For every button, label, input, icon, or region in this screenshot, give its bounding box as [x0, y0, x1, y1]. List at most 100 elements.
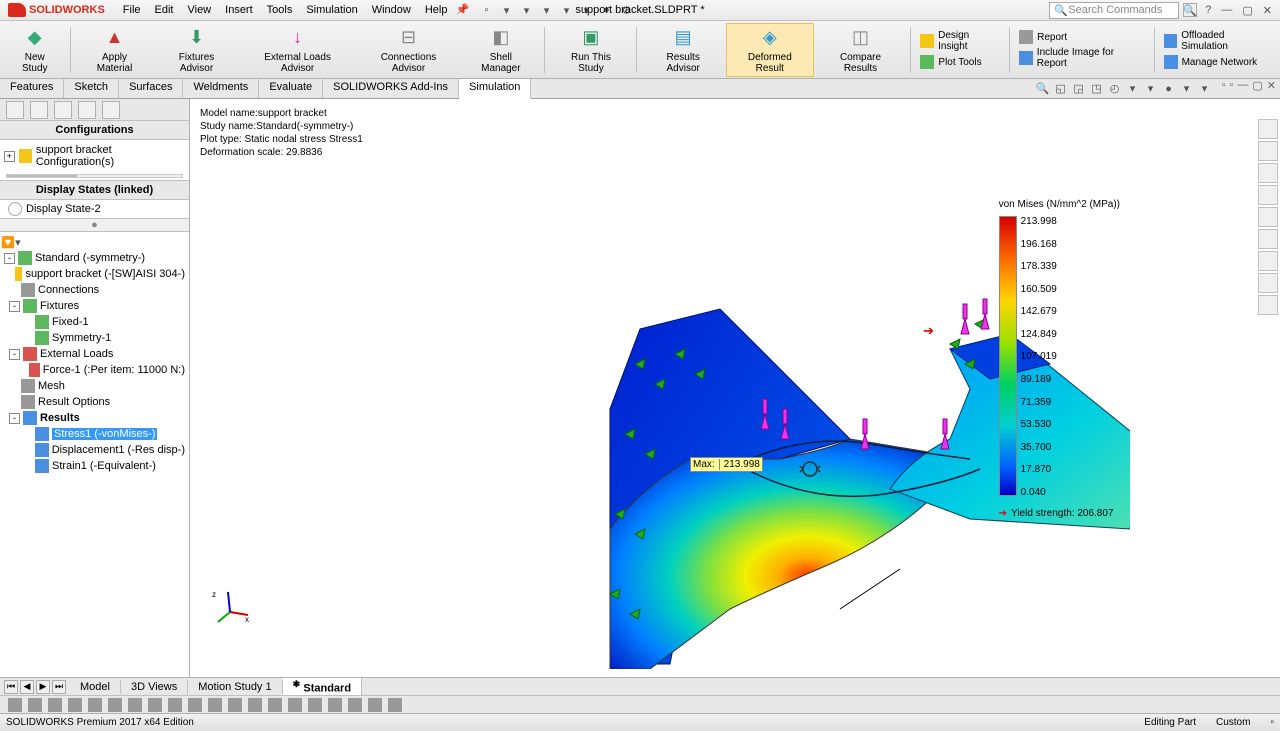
- report-button[interactable]: Report: [1015, 29, 1149, 45]
- prev-view-icon[interactable]: ◲: [1072, 82, 1086, 96]
- color-legend[interactable]: von Mises (N/mm^2 (MPa)) 213.998 196.168…: [999, 199, 1120, 519]
- st-19[interactable]: [368, 698, 382, 712]
- part-node[interactable]: support bracket (-[SW]AISI 304-): [4, 266, 185, 282]
- fixtures-advisor-button[interactable]: ⬇Fixtures Advisor: [155, 23, 239, 77]
- shell-manager-button[interactable]: ◧Shell Manager: [462, 23, 539, 77]
- last-tab-icon[interactable]: ⏭: [52, 680, 66, 694]
- expand-icon[interactable]: +: [4, 151, 15, 162]
- new-study-button[interactable]: ◆New Study: [4, 23, 65, 77]
- fm-display-tab[interactable]: [102, 101, 120, 119]
- st-20[interactable]: [388, 698, 402, 712]
- tab-surfaces[interactable]: Surfaces: [119, 79, 183, 98]
- menu-simulation[interactable]: Simulation: [300, 2, 363, 18]
- st-10[interactable]: [188, 698, 202, 712]
- results-advisor-button[interactable]: ▤Results Advisor: [642, 23, 724, 77]
- units-label[interactable]: Custom: [1216, 717, 1250, 728]
- undo-icon[interactable]: ▾: [559, 3, 573, 17]
- plot-tools-button[interactable]: Plot Tools: [916, 54, 1004, 70]
- ext-loads-node[interactable]: -External Loads: [4, 346, 185, 362]
- tab-simulation[interactable]: Simulation: [459, 79, 531, 99]
- st-16[interactable]: [308, 698, 322, 712]
- st-1[interactable]: [8, 698, 22, 712]
- menu-tools[interactable]: Tools: [261, 2, 299, 18]
- apply-material-button[interactable]: ▲Apply Material: [76, 23, 152, 77]
- tp-resources-icon[interactable]: [1258, 141, 1278, 161]
- bottom-tab-3dviews[interactable]: 3D Views: [121, 680, 188, 694]
- st-5[interactable]: [88, 698, 102, 712]
- st-4[interactable]: [68, 698, 82, 712]
- viewport-close-icon[interactable]: ✕: [1267, 79, 1276, 98]
- bottom-tab-motion[interactable]: Motion Study 1: [188, 680, 282, 694]
- st-13[interactable]: [248, 698, 262, 712]
- result-options-node[interactable]: Result Options: [4, 394, 185, 410]
- pin-icon[interactable]: 📌: [455, 2, 469, 16]
- viewport-min-icon[interactable]: —: [1237, 79, 1248, 98]
- tp-sim-icon[interactable]: [1258, 295, 1278, 315]
- menu-edit[interactable]: Edit: [149, 2, 180, 18]
- st-8[interactable]: [148, 698, 162, 712]
- strain-plot-node[interactable]: Strain1 (-Equivalent-): [4, 458, 185, 474]
- offloaded-sim-button[interactable]: Offloaded Simulation: [1160, 29, 1276, 53]
- st-3[interactable]: [48, 698, 62, 712]
- search-commands[interactable]: 🔍 Search Commands: [1049, 2, 1179, 19]
- tab-weldments[interactable]: Weldments: [183, 79, 259, 98]
- maximize-icon[interactable]: ▢: [1242, 4, 1252, 17]
- st-9[interactable]: [168, 698, 182, 712]
- prev-tab-icon[interactable]: ◀: [20, 680, 34, 694]
- panel-divider[interactable]: ●: [0, 218, 189, 232]
- tp-forum-icon[interactable]: [1258, 273, 1278, 293]
- menu-window[interactable]: Window: [366, 2, 417, 18]
- st-7[interactable]: [128, 698, 142, 712]
- close-icon[interactable]: ✕: [1263, 4, 1272, 17]
- appearance-icon[interactable]: ●: [1162, 82, 1176, 96]
- minimize-icon[interactable]: —: [1221, 4, 1232, 17]
- first-tab-icon[interactable]: ⏮: [4, 680, 18, 694]
- stress-plot-node[interactable]: Stress1 (-vonMises-): [4, 426, 185, 442]
- fm-dim-tab[interactable]: [78, 101, 96, 119]
- tp-library-icon[interactable]: [1258, 163, 1278, 183]
- tab-sketch[interactable]: Sketch: [64, 79, 119, 98]
- hide-show-icon[interactable]: ▾: [1144, 82, 1158, 96]
- view-orient-icon[interactable]: ◴: [1108, 82, 1122, 96]
- run-study-button[interactable]: ▣Run This Study: [550, 23, 631, 77]
- tab-features[interactable]: Features: [0, 79, 64, 98]
- fm-tree-tab[interactable]: [6, 101, 24, 119]
- viewport-max-icon[interactable]: ▢: [1252, 79, 1262, 98]
- menu-view[interactable]: View: [181, 2, 217, 18]
- menu-insert[interactable]: Insert: [219, 2, 259, 18]
- st-14[interactable]: [268, 698, 282, 712]
- connections-node[interactable]: Connections: [4, 282, 185, 298]
- fixed-node[interactable]: Fixed-1: [4, 314, 185, 330]
- viewport-single-icon[interactable]: ▫: [1222, 79, 1226, 98]
- tp-palette-icon[interactable]: [1258, 207, 1278, 227]
- graphics-area[interactable]: Model name:support bracket Study name:St…: [190, 99, 1280, 677]
- config-root[interactable]: + support bracket Configuration(s): [0, 140, 189, 172]
- save-icon[interactable]: ▾: [519, 3, 533, 17]
- open-icon[interactable]: ▾: [499, 3, 513, 17]
- viewport-link-icon[interactable]: ▫: [1229, 79, 1233, 98]
- tp-appearance-icon[interactable]: [1258, 229, 1278, 249]
- st-18[interactable]: [348, 698, 362, 712]
- tp-properties-icon[interactable]: [1258, 251, 1278, 271]
- help-icon[interactable]: ?: [1205, 4, 1211, 17]
- displacement-plot-node[interactable]: Displacement1 (-Res disp-): [4, 442, 185, 458]
- scene-icon[interactable]: ▾: [1180, 82, 1194, 96]
- connections-advisor-button[interactable]: ⊟Connections Advisor: [357, 23, 460, 77]
- st-15[interactable]: [288, 698, 302, 712]
- manage-network-button[interactable]: Manage Network: [1160, 54, 1276, 70]
- menu-help[interactable]: Help: [419, 2, 454, 18]
- bottom-tab-standard[interactable]: ✱ Standard: [283, 678, 362, 696]
- symmetry-node[interactable]: Symmetry-1: [4, 330, 185, 346]
- view-settings-icon[interactable]: ▾: [1198, 82, 1212, 96]
- print-icon[interactable]: ▾: [539, 3, 553, 17]
- tp-home-icon[interactable]: [1258, 119, 1278, 139]
- st-11[interactable]: [208, 698, 222, 712]
- status-icon[interactable]: ▫: [1270, 717, 1274, 728]
- st-12[interactable]: [228, 698, 242, 712]
- view-triad[interactable]: zx: [210, 587, 250, 627]
- external-loads-button[interactable]: ↓External Loads Advisor: [240, 23, 354, 77]
- st-2[interactable]: [28, 698, 42, 712]
- tab-addins[interactable]: SOLIDWORKS Add-Ins: [323, 79, 459, 98]
- st-6[interactable]: [108, 698, 122, 712]
- menu-file[interactable]: File: [117, 2, 147, 18]
